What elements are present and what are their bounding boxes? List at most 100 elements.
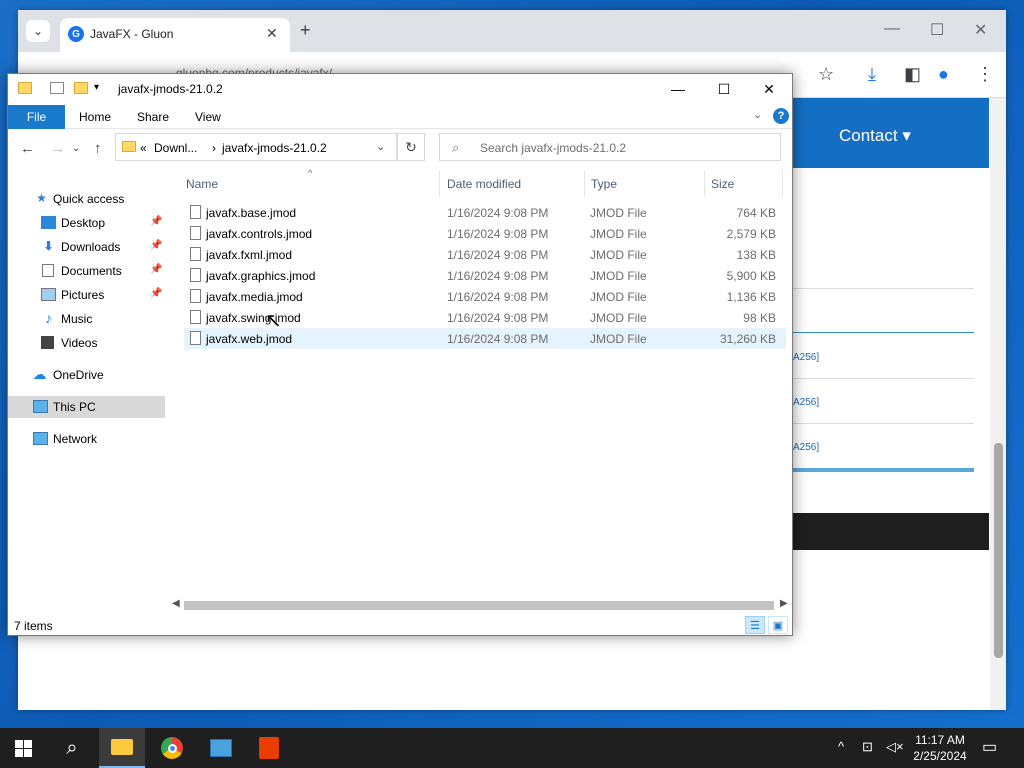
chrome-maximize-icon[interactable]: ☐ [930,20,944,40]
chrome-minimize-icon[interactable]: — [884,20,900,38]
forward-arrow-icon[interactable]: → [50,140,65,157]
file-type: JMOD File [590,227,647,241]
ribbon-tab-share[interactable]: Share [137,110,169,124]
explorer-title-bar[interactable]: ▾ javafx-jmods-21.0.2 — ☐ ✕ [8,74,792,104]
taskbar-control-panel[interactable] [198,728,244,768]
file-list: ^ Name Date modified Type Size javafx.ba… [176,168,786,595]
file-row[interactable]: javafx.fxml.jmod 1/16/2024 9:08 PM JMOD … [184,244,786,265]
search-taskbar-icon[interactable]: ⌕ [49,728,95,768]
nav-item-music[interactable]: ♪ Music [8,308,165,330]
side-panel-icon[interactable]: ◧ [904,64,921,85]
nav-item-documents[interactable]: Documents 📌 [8,260,165,282]
chrome-scrollbar-thumb[interactable] [994,443,1003,658]
ribbon-tab-view[interactable]: View [195,110,221,124]
address-breadcrumb[interactable]: « Downl... › javafx-jmods-21.0.2 ⌄ [115,133,397,161]
chrome-close-icon[interactable]: ✕ [974,20,987,40]
address-dropdown-icon[interactable]: ⌄ [376,140,385,153]
horizontal-scrollbar-thumb[interactable] [184,601,774,610]
details-view-icon[interactable]: ☰ [745,616,765,634]
column-separator [782,170,783,196]
new-tab-icon[interactable]: + [300,20,311,41]
nav-item-onedrive[interactable]: ☁ OneDrive [8,364,165,386]
search-input[interactable]: ⌕ Search javafx-jmods-21.0.2 [439,133,781,161]
item-count: 7 items [14,619,53,633]
large-icons-view-icon[interactable]: ▣ [768,616,788,634]
pin-icon[interactable]: 📌 [150,264,162,275]
pin-icon[interactable]: 📌 [150,216,162,227]
back-arrow-icon[interactable]: ← [20,140,35,157]
file-size: 5,900 KB [726,269,776,283]
pin-icon[interactable]: 📌 [150,288,162,299]
clock-date: 2/25/2024 [913,749,967,763]
column-header-date[interactable]: Date modified [447,177,521,191]
chrome-menu-icon[interactable]: ⋮ [976,64,994,85]
breadcrumb-current[interactable]: javafx-jmods-21.0.2 [222,141,327,155]
taskbar-chrome[interactable] [149,728,195,768]
bookmark-star-icon[interactable]: ☆ [818,64,834,85]
file-row[interactable]: javafx.base.jmod 1/16/2024 9:08 PM JMOD … [184,202,786,223]
refresh-icon[interactable]: ↻ [397,133,425,161]
file-type: JMOD File [590,269,647,283]
site-link[interactable]: A256] [793,352,819,363]
nav-item-network[interactable]: Network [8,428,165,450]
column-header-size[interactable]: Size [711,177,734,191]
close-icon[interactable]: ✕ [746,78,792,100]
up-arrow-icon[interactable]: ↑ [94,140,102,157]
notifications-icon[interactable]: ▭ [982,737,997,757]
taskbar-file-explorer[interactable] [99,728,145,768]
file-explorer-icon [111,739,133,755]
horizontal-scrollbar[interactable]: ◀ ▶ [170,597,792,614]
new-folder-icon[interactable] [74,82,88,94]
tab-close-icon[interactable]: ✕ [266,25,278,42]
taskbar-office[interactable] [246,728,292,768]
download-icon[interactable]: ⤓ [868,64,876,85]
pin-icon[interactable]: 📌 [150,240,162,251]
nav-item-desktop[interactable]: Desktop 📌 [8,212,165,234]
nav-label: Network [53,432,98,446]
breadcrumb-overflow[interactable]: « [140,141,147,155]
nav-item-this-pc[interactable]: This PC [8,396,165,418]
site-link[interactable]: A256] [793,442,819,453]
file-name: javafx.base.jmod [206,206,297,220]
properties-icon[interactable] [50,82,64,94]
start-button[interactable] [0,728,46,768]
profile-icon[interactable]: ● [938,64,949,85]
quick-access-toolbar-dropdown-icon[interactable]: ▾ [94,82,99,93]
nav-item-pictures[interactable]: Pictures 📌 [8,284,165,306]
file-row[interactable]: javafx.graphics.jmod 1/16/2024 9:08 PM J… [184,265,786,286]
system-clock[interactable]: 11:17 AM 2/25/2024 [905,732,975,764]
nav-label: Downloads [61,240,121,254]
chrome-scrollbar[interactable] [990,98,1006,710]
nav-item-downloads[interactable]: ⬇ Downloads 📌 [8,236,165,258]
ribbon-tab-file[interactable]: File [8,105,65,129]
site-nav-contact[interactable]: Contact ▾ [839,126,911,146]
control-panel-icon [210,739,232,757]
column-header-type[interactable]: Type [591,177,617,191]
tab-search-button[interactable]: ⌄ [26,20,50,42]
network-status-icon[interactable]: ⊡ [862,739,873,755]
site-nav-bar: Contact ▾ [793,98,989,168]
nav-item-quick-access[interactable]: ★ Quick access [8,188,165,210]
minimize-icon[interactable]: — [655,78,701,100]
column-separator [584,170,585,196]
file-name: javafx.graphics.jmod [206,269,316,283]
column-header-name[interactable]: Name [186,177,218,191]
breadcrumb-downloads[interactable]: Downl... [154,141,197,155]
nav-item-videos[interactable]: Videos [8,332,165,354]
volume-muted-icon[interactable]: ◁× [886,739,904,755]
scroll-left-icon[interactable]: ◀ [172,598,180,609]
file-icon [190,310,201,324]
show-hidden-icons-icon[interactable]: ^ [838,739,844,754]
file-row[interactable]: javafx.controls.jmod 1/16/2024 9:08 PM J… [184,223,786,244]
breadcrumb-separator[interactable]: › [212,141,216,155]
site-link[interactable]: A256] [793,397,819,408]
file-icon [190,247,201,261]
file-row[interactable]: javafx.media.jmod 1/16/2024 9:08 PM JMOD… [184,286,786,307]
scroll-right-icon[interactable]: ▶ [780,598,788,609]
help-icon[interactable]: ? [773,108,789,124]
ribbon-tab-home[interactable]: Home [79,110,111,124]
chrome-tab-javafx[interactable]: G JavaFX - Gluon ✕ [60,18,290,52]
maximize-icon[interactable]: ☐ [701,78,747,100]
recent-locations-chevron-icon[interactable]: ⌄ [72,143,80,154]
ribbon-expand-chevron-icon[interactable]: ⌄ [753,108,762,121]
